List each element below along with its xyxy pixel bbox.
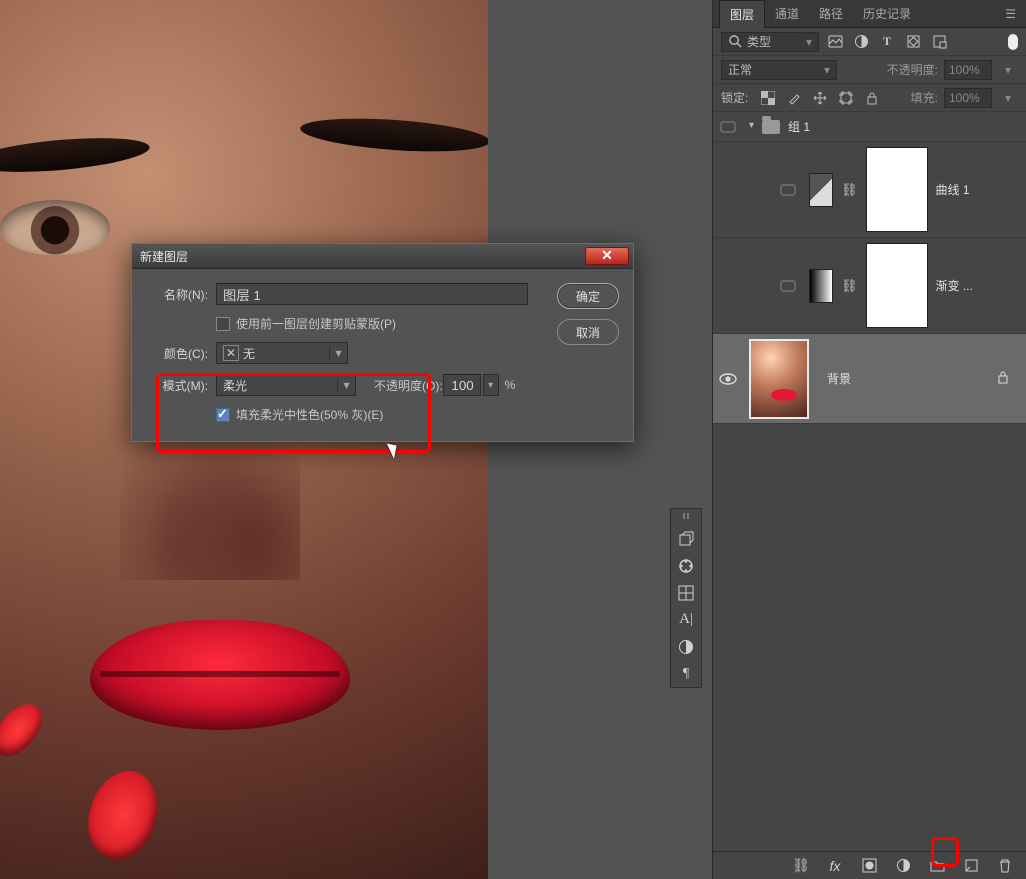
- cancel-button[interactable]: 取消: [557, 319, 619, 345]
- blend-row: 正常 ▾ 不透明度: 100% ▾: [713, 56, 1026, 84]
- filter-row: 类型 ▾ T: [713, 28, 1026, 56]
- layer-group-row[interactable]: ▾ 组 1: [713, 112, 1026, 142]
- color-label: 颜色(C):: [150, 345, 208, 362]
- name-label: 名称(N):: [150, 286, 208, 303]
- opacity-value-input[interactable]: 100%: [944, 60, 992, 80]
- opacity-pct: %: [505, 378, 516, 392]
- gradient-name[interactable]: 渐变 ...: [936, 277, 973, 294]
- panel-grip[interactable]: [675, 513, 697, 521]
- layer-gradient-row[interactable]: ⛓ 渐变 ...: [713, 238, 1026, 334]
- lock-label: 锁定:: [721, 89, 748, 106]
- fx-icon[interactable]: fx: [826, 857, 844, 875]
- search-icon: [728, 34, 743, 49]
- color-value: 无: [243, 345, 255, 362]
- layer-curves-row[interactable]: ⛓ 曲线 1: [713, 142, 1026, 238]
- trash-icon[interactable]: [996, 857, 1014, 875]
- color-select[interactable]: ✕无 ▾: [216, 342, 348, 364]
- mask-icon[interactable]: [860, 857, 878, 875]
- paragraph-icon[interactable]: ¶: [672, 660, 700, 687]
- lock-move-icon[interactable]: [810, 89, 830, 107]
- adjustment-layer-icon[interactable]: [894, 857, 912, 875]
- gradient-thumbnail: [809, 269, 833, 303]
- mode-select[interactable]: 柔光 ▾: [216, 374, 356, 396]
- panel-bottom-bar: ⛓ fx: [713, 851, 1026, 879]
- clip-mask-label: 使用前一图层创建剪贴蒙版(P): [236, 315, 396, 332]
- tab-history[interactable]: 历史记录: [853, 0, 921, 28]
- fill-value-input[interactable]: 100%: [944, 88, 992, 108]
- mask-thumbnail[interactable]: [866, 147, 928, 232]
- chevron-down-icon[interactable]: ▾: [749, 120, 754, 131]
- curves-name[interactable]: 曲线 1: [936, 181, 970, 198]
- blend-mode-value: 正常: [728, 61, 752, 78]
- fill-neutral-checkbox[interactable]: [216, 408, 230, 422]
- fill-neutral-label: 填充柔光中性色(50% 灰)(E): [236, 406, 383, 423]
- character-icon[interactable]: A|: [672, 606, 700, 633]
- filter-smart-icon[interactable]: [929, 33, 949, 51]
- link-icon[interactable]: ⛓: [841, 182, 858, 198]
- opacity-label: 不透明度(O):: [374, 377, 443, 394]
- group-icon[interactable]: [928, 857, 946, 875]
- filter-pixel-icon[interactable]: [825, 33, 845, 51]
- panel-tabs: 图层 通道 路径 历史记录 ☰: [713, 0, 1026, 28]
- layer-background-row[interactable]: 背景: [713, 334, 1026, 424]
- panel-menu-icon[interactable]: ☰: [995, 7, 1026, 21]
- lock-transparent-icon[interactable]: [758, 89, 778, 107]
- lock-all-icon[interactable]: [862, 89, 882, 107]
- layers-list: ▾ 组 1 ⛓ 曲线 1 ⛓ 渐变 ...: [713, 112, 1026, 851]
- visibility-toggle[interactable]: [713, 121, 743, 133]
- group-name[interactable]: 组 1: [788, 118, 810, 135]
- mode-label: 模式(M):: [150, 377, 208, 394]
- grid-icon[interactable]: [672, 579, 700, 606]
- folder-icon: [762, 120, 780, 134]
- link-icon[interactable]: ⛓: [841, 278, 858, 294]
- opacity-input[interactable]: [443, 374, 481, 396]
- vertical-toolbar[interactable]: A| ¶: [670, 508, 702, 688]
- mode-value: 柔光: [223, 377, 247, 394]
- opacity-label: 不透明度:: [887, 61, 938, 78]
- clip-mask-checkbox[interactable]: [216, 317, 230, 331]
- fill-caret[interactable]: ▾: [998, 89, 1018, 107]
- adjustments-icon[interactable]: [672, 633, 700, 660]
- lock-row: 锁定: 填充: 100% ▾: [713, 84, 1026, 112]
- layers-panel: 图层 通道 路径 历史记录 ☰ 类型 ▾ T 正常 ▾ 不透明度: 100% ▾…: [712, 0, 1026, 879]
- tab-layers[interactable]: 图层: [719, 0, 765, 28]
- background-thumbnail[interactable]: [749, 339, 809, 419]
- lock-artboard-icon[interactable]: [836, 89, 856, 107]
- opacity-spinner[interactable]: ▾: [483, 374, 499, 396]
- swatches-icon[interactable]: [672, 552, 700, 579]
- layer-name-input[interactable]: [216, 283, 528, 305]
- ok-button[interactable]: 确定: [557, 283, 619, 309]
- curves-thumbnail: [809, 173, 833, 207]
- new-layer-icon[interactable]: [962, 857, 980, 875]
- visibility-toggle[interactable]: [713, 373, 743, 385]
- link-layers-icon[interactable]: ⛓: [792, 857, 810, 875]
- lock-paint-icon[interactable]: [784, 89, 804, 107]
- background-name[interactable]: 背景: [827, 370, 851, 387]
- tab-channels[interactable]: 通道: [765, 0, 809, 28]
- new-layer-dialog: 新建图层 ✕ 确定 取消 名称(N): 使用前一图层创建剪贴蒙版(P) 颜色(C…: [131, 243, 634, 442]
- filter-shape-icon[interactable]: [903, 33, 923, 51]
- filter-adjust-icon[interactable]: [851, 33, 871, 51]
- filter-toggle[interactable]: [1008, 34, 1018, 50]
- dialog-title: 新建图层: [140, 248, 188, 265]
- filter-type-icon[interactable]: T: [877, 33, 897, 51]
- close-button[interactable]: ✕: [585, 247, 629, 265]
- fill-label: 填充:: [911, 89, 938, 106]
- filter-kind-value: 类型: [747, 33, 771, 50]
- tab-paths[interactable]: 路径: [809, 0, 853, 28]
- filter-kind-select[interactable]: 类型 ▾: [721, 32, 819, 52]
- blend-mode-select[interactable]: 正常 ▾: [721, 60, 837, 80]
- 3d-icon[interactable]: [672, 525, 700, 552]
- dialog-titlebar[interactable]: 新建图层 ✕: [132, 244, 633, 269]
- mask-thumbnail[interactable]: [866, 243, 928, 328]
- lock-icon: [996, 370, 1010, 387]
- opacity-caret[interactable]: ▾: [998, 61, 1018, 79]
